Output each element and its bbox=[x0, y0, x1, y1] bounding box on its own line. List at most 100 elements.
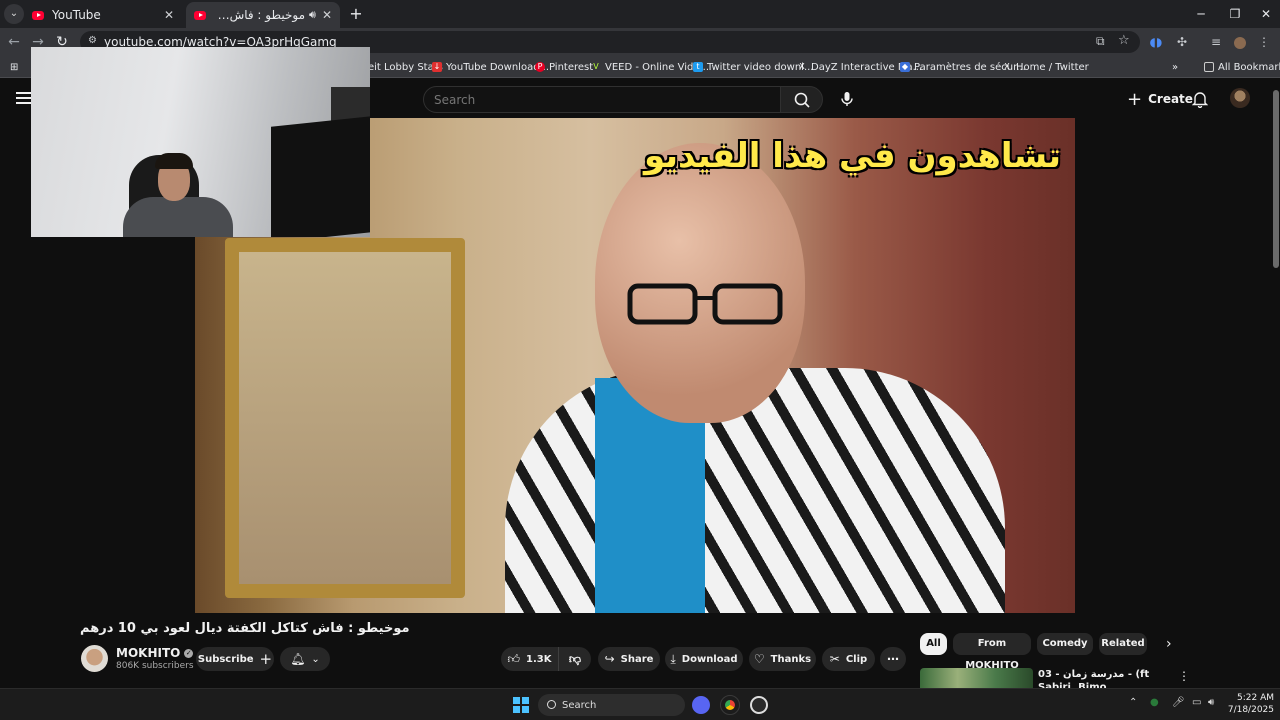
guide-menu-icon[interactable] bbox=[16, 92, 32, 104]
clip-button[interactable]: ✂ Clip bbox=[822, 647, 875, 671]
chip-related[interactable]: Related bbox=[1099, 633, 1147, 655]
scrollbar-thumb[interactable] bbox=[1273, 90, 1279, 268]
restore-icon[interactable]: ❐ bbox=[1218, 0, 1252, 28]
notification-bell-button[interactable]: 🔔︎ ⌄ bbox=[280, 647, 330, 671]
channel-name-text: MOKHITO bbox=[116, 646, 181, 660]
media-control-icon[interactable]: ◖◗ bbox=[1146, 32, 1166, 52]
close-tab-icon[interactable]: ✕ bbox=[322, 8, 332, 22]
bookmark-item[interactable]: V VEED - Online Vide... bbox=[591, 59, 709, 75]
minimize-icon[interactable]: ─ bbox=[1184, 0, 1218, 28]
more-vertical-icon[interactable]: ⋮ bbox=[1178, 669, 1190, 683]
bookmark-label: Home / Twitter bbox=[1016, 61, 1089, 73]
chrome-icon[interactable] bbox=[720, 695, 740, 715]
recommendation-thumbnail[interactable] bbox=[920, 668, 1033, 688]
windows-start-icon[interactable] bbox=[513, 697, 529, 713]
bookmark-item[interactable]: X Home / Twitter bbox=[1002, 59, 1089, 75]
chevron-right-icon[interactable]: › bbox=[1166, 636, 1172, 652]
clock-date: 7/18/2025 bbox=[1227, 705, 1274, 715]
more-actions-button[interactable]: ⋯ bbox=[880, 647, 906, 671]
back-icon[interactable]: ← bbox=[4, 32, 24, 52]
tray-overflow-chevron-icon[interactable]: ⌃ bbox=[1129, 697, 1137, 708]
download-icon: ↓ bbox=[432, 62, 442, 72]
dislike-button[interactable]: 👎︎ bbox=[559, 647, 591, 671]
reading-list-icon[interactable]: ≡ bbox=[1206, 32, 1226, 52]
video-scene-mirror bbox=[225, 238, 465, 598]
tray-app-icon[interactable]: ● bbox=[1150, 697, 1159, 708]
chip-all[interactable]: All bbox=[920, 633, 947, 655]
thumbs-down-icon: 👎︎ bbox=[568, 651, 582, 666]
thanks-label: Thanks bbox=[770, 653, 812, 665]
tab-search-chevron-icon[interactable]: ⌄ bbox=[4, 4, 24, 24]
account-avatar[interactable] bbox=[1230, 88, 1250, 108]
browser-tab-strip: ⌄ YouTube ✕ موخيطو : فاش كتاكل الكفتة دي… bbox=[0, 0, 1280, 28]
download-button[interactable]: ⤓ Download bbox=[665, 647, 743, 671]
download-label: Download bbox=[681, 653, 738, 665]
bookmark-item[interactable]: t Twitter video downl... bbox=[693, 59, 813, 75]
webcam-scene-torso bbox=[123, 197, 233, 237]
tray-volume-icon[interactable]: 🔊︎ bbox=[1208, 697, 1214, 708]
taskbar-search[interactable]: Search bbox=[538, 694, 685, 716]
tab-video[interactable]: موخيطو : فاش كتاكل الكفتة ديال لعود بي 1… bbox=[186, 2, 340, 28]
recommendation-title[interactable]: 03 - مدرسة زمان - (ft Sabiri, Bimo, Maro… bbox=[1038, 668, 1174, 688]
youtube-favicon-icon bbox=[194, 10, 206, 20]
all-bookmarks[interactable]: All Bookmarks bbox=[1204, 59, 1280, 75]
close-tab-icon[interactable]: ✕ bbox=[164, 8, 174, 22]
chip-from-channel[interactable]: From MOKHITO bbox=[953, 633, 1031, 671]
steam-icon[interactable] bbox=[750, 696, 768, 714]
bookmark-star-icon[interactable]: ☆ bbox=[1118, 33, 1130, 48]
speaker-icon[interactable]: 🔊︎ bbox=[309, 8, 316, 22]
thanks-button[interactable]: ♡ Thanks bbox=[749, 647, 816, 671]
share-label: Share bbox=[620, 653, 654, 665]
bookmark-item[interactable]: ↓ YouTube Download... bbox=[432, 59, 549, 75]
tray-network-icon[interactable]: ▭ bbox=[1192, 697, 1201, 708]
tab-youtube[interactable]: YouTube ✕ bbox=[24, 2, 182, 28]
page-scrollbar[interactable] bbox=[1272, 80, 1280, 688]
thumbs-up-icon: 👍︎ bbox=[507, 651, 521, 666]
like-count: 1.3K bbox=[526, 653, 552, 665]
apps-grid-icon[interactable]: ⊞ bbox=[10, 59, 18, 75]
video-caption-text: تشاهدون في هذا الفيديو bbox=[643, 136, 1061, 176]
bookmark-label: YouTube Download... bbox=[446, 61, 550, 73]
close-window-icon[interactable]: ✕ bbox=[1252, 0, 1280, 28]
chip-comedy[interactable]: Comedy bbox=[1037, 633, 1093, 655]
create-button[interactable]: + Create bbox=[1119, 86, 1201, 112]
taskbar-clock[interactable]: 5:22 AM 7/18/2025 bbox=[1222, 692, 1274, 716]
site-info-icon[interactable]: ⚙ bbox=[88, 35, 97, 46]
subscribe-button[interactable]: Subscribe + bbox=[196, 647, 274, 671]
notifications-bell-icon[interactable] bbox=[1192, 90, 1208, 108]
install-app-icon[interactable]: ⧉ bbox=[1096, 34, 1105, 49]
channel-avatar[interactable] bbox=[81, 645, 108, 672]
browser-menu-icon[interactable]: ⋮ bbox=[1254, 32, 1274, 52]
bookmarks-overflow-icon[interactable]: » bbox=[1172, 59, 1178, 75]
bookmark-item[interactable]: P Pinterest bbox=[535, 59, 593, 75]
discord-icon[interactable] bbox=[692, 696, 710, 714]
webcam-scene-hair bbox=[155, 153, 193, 169]
like-button[interactable]: 👍︎ 1.3K bbox=[501, 647, 559, 671]
thanks-heart-dollar-icon: ♡ bbox=[753, 652, 765, 666]
bell-icon: 🔔︎ bbox=[290, 652, 306, 666]
bookmark-label: All Bookmarks bbox=[1218, 61, 1280, 73]
tray-microphone-icon[interactable]: 🎤︎ bbox=[1172, 697, 1185, 708]
search-input[interactable] bbox=[423, 86, 781, 113]
tab-title: YouTube bbox=[52, 8, 101, 22]
profile-avatar-icon[interactable] bbox=[1230, 32, 1250, 52]
create-label: Create bbox=[1148, 92, 1193, 106]
extensions-icon[interactable]: ✣ bbox=[1172, 32, 1192, 52]
tab-title: موخيطو : فاش كتاكل الكفتة ديال لعود بي 1… bbox=[214, 8, 305, 22]
pinterest-icon: P bbox=[535, 62, 545, 72]
folder-icon bbox=[1204, 62, 1214, 72]
x-logo-icon: X bbox=[1004, 62, 1010, 71]
share-button[interactable]: ↪ Share bbox=[598, 647, 660, 671]
new-tab-button[interactable]: + bbox=[346, 4, 366, 24]
plus-icon: + bbox=[259, 650, 273, 668]
clip-label: Clip bbox=[845, 653, 868, 665]
search-button[interactable] bbox=[780, 86, 823, 113]
share-arrow-icon: ↪ bbox=[604, 652, 615, 666]
twitter-icon: t bbox=[693, 62, 703, 72]
microphone-icon[interactable] bbox=[838, 90, 856, 108]
subscriber-count: 806K subscribers bbox=[116, 661, 194, 671]
search-icon bbox=[794, 92, 810, 108]
channel-name[interactable]: MOKHITO ✓ bbox=[116, 646, 194, 660]
veed-icon: V bbox=[593, 62, 599, 71]
chevron-down-icon: ⌄ bbox=[311, 653, 320, 665]
